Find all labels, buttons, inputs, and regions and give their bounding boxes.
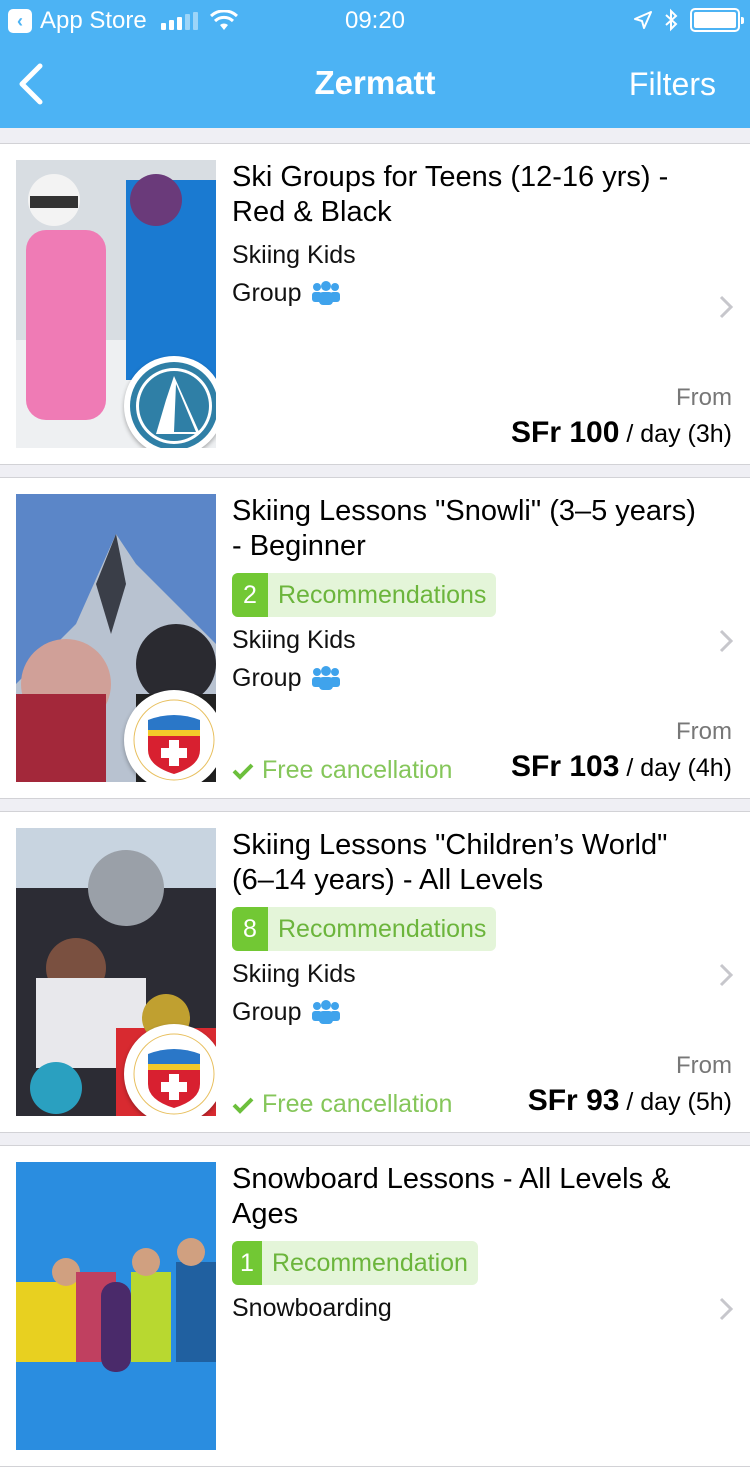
activity-photo — [16, 160, 216, 448]
price-amount: SFr 103 — [511, 750, 620, 783]
price-unit: / day (5h) — [626, 1088, 732, 1116]
activity-category: Skiing Kids — [232, 241, 356, 269]
from-label: From — [676, 384, 732, 411]
location-icon — [634, 11, 652, 29]
price-unit: / day (4h) — [626, 754, 732, 782]
recommendations-count: 1 — [232, 1241, 262, 1285]
activity-title: Ski Groups for Teens (12-16 yrs) - Red &… — [232, 161, 669, 228]
chevron-right-icon — [719, 963, 734, 987]
free-cancellation: Free cancellation — [232, 1090, 452, 1119]
recommendations-label: Recommendations — [278, 580, 487, 609]
recommendations-label: Recommendation — [272, 1248, 468, 1277]
price: SFr 93 / day (5h) — [528, 1084, 732, 1118]
provider-logo — [124, 356, 216, 448]
list-item[interactable]: Skiing Lessons "Snowli" (3–5 years) - Be… — [0, 477, 750, 799]
group-icon — [312, 1000, 341, 1024]
filters-button[interactable]: Filters — [629, 66, 716, 103]
group-icon — [312, 281, 341, 305]
nav-bar: Zermatt Filters — [0, 40, 750, 128]
activity-title: Skiing Lessons "Children’s World" (6–14 … — [232, 829, 668, 896]
price: SFr 103 / day (4h) — [511, 750, 732, 784]
price-amount: SFr 100 — [511, 416, 620, 449]
recommendations-badge: 2 Recommendations — [232, 573, 497, 617]
free-cancellation-label: Free cancellation — [262, 1090, 453, 1118]
activity-category: Snowboarding — [232, 1294, 392, 1322]
recommendations-label: Recommendations — [278, 914, 487, 943]
price-unit: / day (3h) — [626, 420, 732, 448]
free-cancellation: Free cancellation — [232, 756, 452, 785]
bluetooth-icon — [665, 8, 678, 32]
price-amount: SFr 93 — [527, 1084, 620, 1117]
group-icon — [312, 666, 341, 690]
checkmark-icon — [232, 763, 254, 780]
activity-photo — [16, 1162, 216, 1450]
activity-type: Group — [232, 998, 302, 1026]
activity-title: Snowboard Lessons - All Levels & Ages — [232, 1163, 671, 1230]
activity-photo — [16, 828, 216, 1116]
provider-logo — [124, 690, 216, 782]
activity-title: Skiing Lessons "Snowli" (3–5 years) - Be… — [232, 495, 696, 562]
chevron-right-icon — [719, 629, 734, 653]
activity-photo — [16, 494, 216, 782]
status-bar: ‹ App Store 09:20 — [0, 0, 750, 40]
list-item[interactable]: Snowboard Lessons - All Levels & Ages 1 … — [0, 1145, 750, 1467]
recommendations-count: 8 — [232, 907, 268, 951]
activity-category: Skiing Kids — [232, 960, 356, 988]
from-label: From — [676, 1052, 732, 1079]
recommendations-badge: 8 Recommendations — [232, 907, 497, 951]
recommendations-badge: 1 Recommendation — [232, 1241, 478, 1285]
checkmark-icon — [232, 1097, 254, 1114]
provider-logo — [124, 1024, 216, 1116]
price: SFr 100 / day (3h) — [511, 416, 732, 450]
activity-category: Skiing Kids — [232, 626, 356, 654]
battery-icon — [690, 8, 744, 32]
recommendations-count: 2 — [232, 573, 268, 617]
chevron-right-icon — [719, 1297, 734, 1321]
list-item[interactable]: Skiing Lessons "Children’s World" (6–14 … — [0, 811, 750, 1133]
list-item[interactable]: Ski Groups for Teens (12-16 yrs) - Red &… — [0, 143, 750, 465]
chevron-right-icon — [719, 295, 734, 319]
header: ‹ App Store 09:20 Zermatt Filters — [0, 0, 750, 128]
free-cancellation-label: Free cancellation — [262, 756, 453, 784]
activity-type: Group — [232, 664, 302, 692]
activity-type: Group — [232, 279, 302, 307]
from-label: From — [676, 718, 732, 745]
